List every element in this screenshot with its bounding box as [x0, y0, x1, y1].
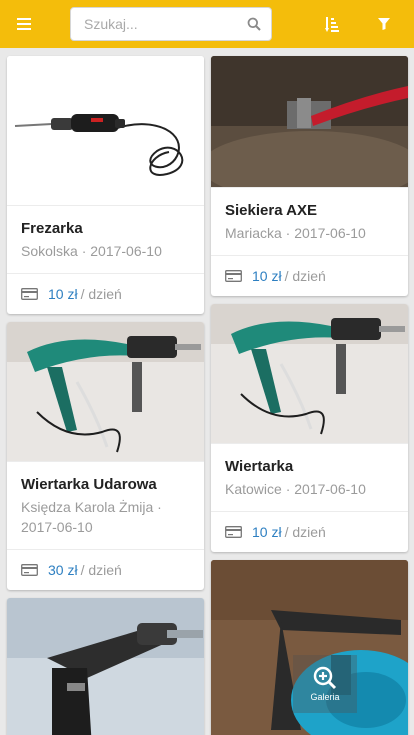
listing-photo[interactable] [211, 304, 408, 443]
listing-title: Siekiera AXE [225, 202, 317, 219]
filter-button[interactable] [360, 0, 408, 48]
menu-button[interactable] [0, 0, 48, 48]
search-icon[interactable] [247, 17, 261, 31]
listing-card[interactable] [7, 598, 204, 735]
price-amount: 30 zł [48, 562, 78, 578]
price-unit: / dzień [80, 562, 122, 578]
listing-photo[interactable] [7, 322, 204, 461]
price-amount: 10 zł [252, 268, 282, 284]
menu-icon [17, 18, 31, 30]
listing-title: Wiertarka Udarowa [21, 476, 157, 493]
card-icon [225, 526, 242, 538]
listing-price: 30 zł / dzień [7, 549, 204, 590]
listing-meta: Księdza Karola Żmija · 2017-06-10 [21, 499, 162, 535]
price-unit: / dzień [284, 524, 326, 540]
card-icon [21, 288, 38, 300]
listing-card[interactable]: Galeria [211, 560, 408, 735]
listing-price: 10 zł / dzień [211, 255, 408, 296]
gallery-label: Galeria [310, 692, 340, 702]
listing-column-right: Siekiera AXE Mariacka · 2017-06-10 10 zł… [211, 56, 408, 735]
listing-title: Wiertarka [225, 458, 294, 475]
listing-card[interactable]: Wiertarka Katowice · 2017-06-10 10 zł / … [211, 304, 408, 552]
listing-meta: Mariacka · 2017-06-10 [225, 225, 366, 241]
zoom-plus-icon [313, 666, 337, 690]
listing-card[interactable]: Frezarka Sokolska · 2017-06-10 10 zł / d… [7, 56, 204, 314]
filter-icon [378, 18, 390, 30]
listing-photo[interactable] [211, 56, 408, 187]
search-box [70, 7, 272, 41]
listing-column-left: Frezarka Sokolska · 2017-06-10 10 zł / d… [7, 56, 204, 735]
price-unit: / dzień [80, 286, 122, 302]
price-amount: 10 zł [252, 524, 282, 540]
listing-photo[interactable]: Galeria [211, 560, 408, 735]
listing-price: 10 zł / dzień [7, 273, 204, 314]
listing-card[interactable]: Wiertarka Udarowa Księdza Karola Żmija ·… [7, 322, 204, 590]
listing-card[interactable]: Siekiera AXE Mariacka · 2017-06-10 10 zł… [211, 56, 408, 296]
listing-meta: Sokolska · 2017-06-10 [21, 243, 162, 259]
top-bar [0, 0, 414, 48]
listing-price: 10 zł / dzień [211, 511, 408, 552]
listing-meta: Katowice · 2017-06-10 [225, 481, 366, 497]
gallery-button[interactable]: Galeria [293, 655, 357, 713]
listing-title: Frezarka [21, 220, 83, 237]
card-icon [21, 564, 38, 576]
listing-photo[interactable] [7, 598, 204, 735]
sort-button[interactable] [308, 0, 356, 48]
price-amount: 10 zł [48, 286, 78, 302]
sort-icon [325, 16, 339, 32]
listing-photo[interactable] [7, 56, 204, 205]
search-input[interactable] [71, 8, 241, 40]
price-unit: / dzień [284, 268, 326, 284]
card-icon [225, 270, 242, 282]
